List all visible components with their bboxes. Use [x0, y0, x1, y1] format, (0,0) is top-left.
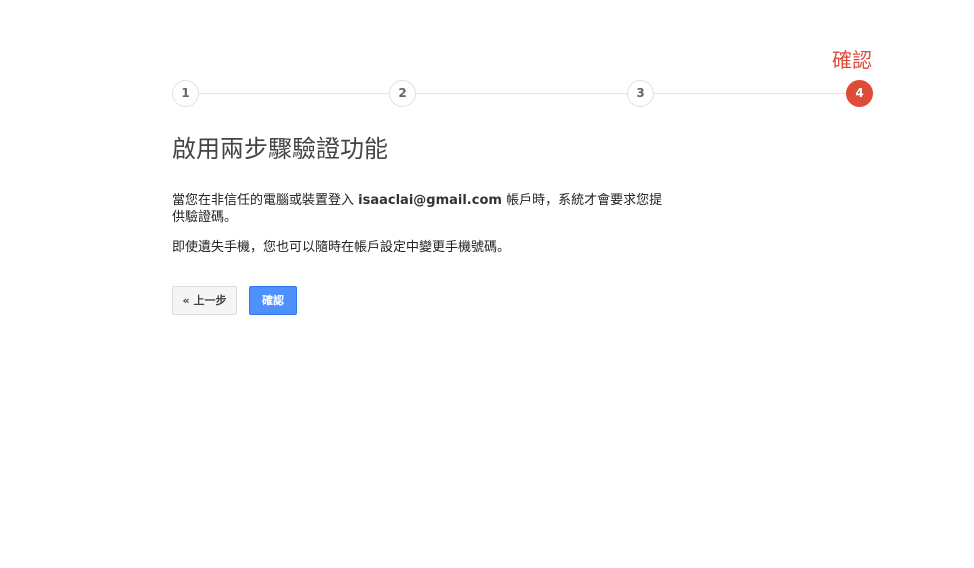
two-step-verification-page: 確認 1 2 3 4 啟用兩步驟驗證功能 當您在非信任的電腦或裝置登入 isaa… — [0, 0, 974, 568]
step-3-indicator: 3 — [627, 80, 654, 107]
current-step-title: 確認 — [832, 48, 872, 72]
description-text: 當您在非信任的電腦或裝置登入 isaaclai@gmail.com 帳戶時，系統… — [172, 192, 672, 226]
progress-stepper: 1 2 3 4 — [172, 80, 873, 107]
account-email: isaaclai@gmail.com — [358, 193, 502, 208]
page-title: 啟用兩步驟驗證功能 — [172, 135, 388, 163]
confirm-button[interactable]: 確認 — [249, 286, 297, 315]
phone-note-text: 即使遺失手機，您也可以隨時在帳戶設定中變更手機號碼。 — [172, 240, 511, 255]
back-button[interactable]: « 上一步 — [172, 286, 237, 315]
step-1-indicator: 1 — [172, 80, 199, 107]
description-prefix: 當您在非信任的電腦或裝置登入 — [172, 193, 359, 208]
step-2-indicator: 2 — [389, 80, 416, 107]
stepper-line — [185, 93, 859, 94]
step-4-indicator: 4 — [846, 80, 873, 107]
